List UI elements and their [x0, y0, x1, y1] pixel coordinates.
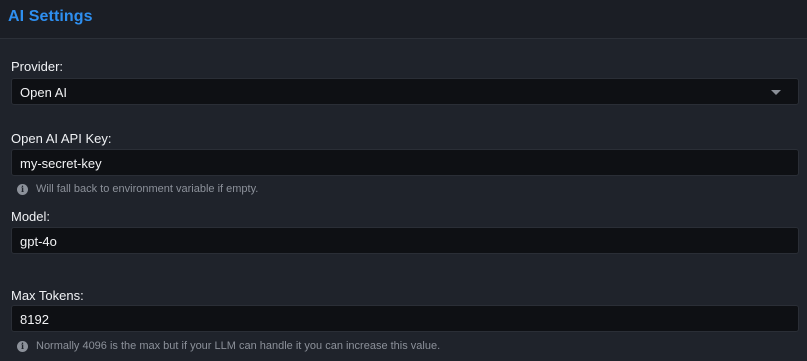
- chevron-down-icon[interactable]: [771, 90, 781, 95]
- max-tokens-hint-text: Normally 4096 is the max but if your LLM…: [36, 340, 441, 352]
- api-key-input[interactable]: my-secret-key: [11, 149, 799, 176]
- max-tokens-input[interactable]: 8192: [11, 305, 799, 332]
- info-icon: i: [17, 183, 28, 195]
- api-key-hint: i Will fall back to environment variable…: [17, 182, 258, 196]
- provider-select[interactable]: Open AI: [11, 78, 799, 105]
- model-label: Model:: [11, 209, 51, 224]
- api-key-label: Open AI API Key:: [11, 131, 112, 146]
- model-input[interactable]: gpt-4o: [11, 227, 799, 254]
- max-tokens-label: Max Tokens:: [11, 288, 84, 303]
- page-title: AI Settings: [8, 8, 93, 25]
- info-icon: i: [17, 340, 28, 352]
- settings-header: AI Settings: [0, 0, 807, 39]
- api-key-hint-text: Will fall back to environment variable i…: [36, 183, 259, 195]
- provider-selected-value: Open AI: [20, 85, 67, 100]
- provider-label: Provider:: [11, 59, 64, 74]
- max-tokens-hint: i Normally 4096 is the max but if your L…: [17, 339, 440, 353]
- max-tokens-value: 8192: [20, 312, 49, 327]
- model-value: gpt-4o: [20, 234, 57, 249]
- api-key-value: my-secret-key: [20, 156, 102, 171]
